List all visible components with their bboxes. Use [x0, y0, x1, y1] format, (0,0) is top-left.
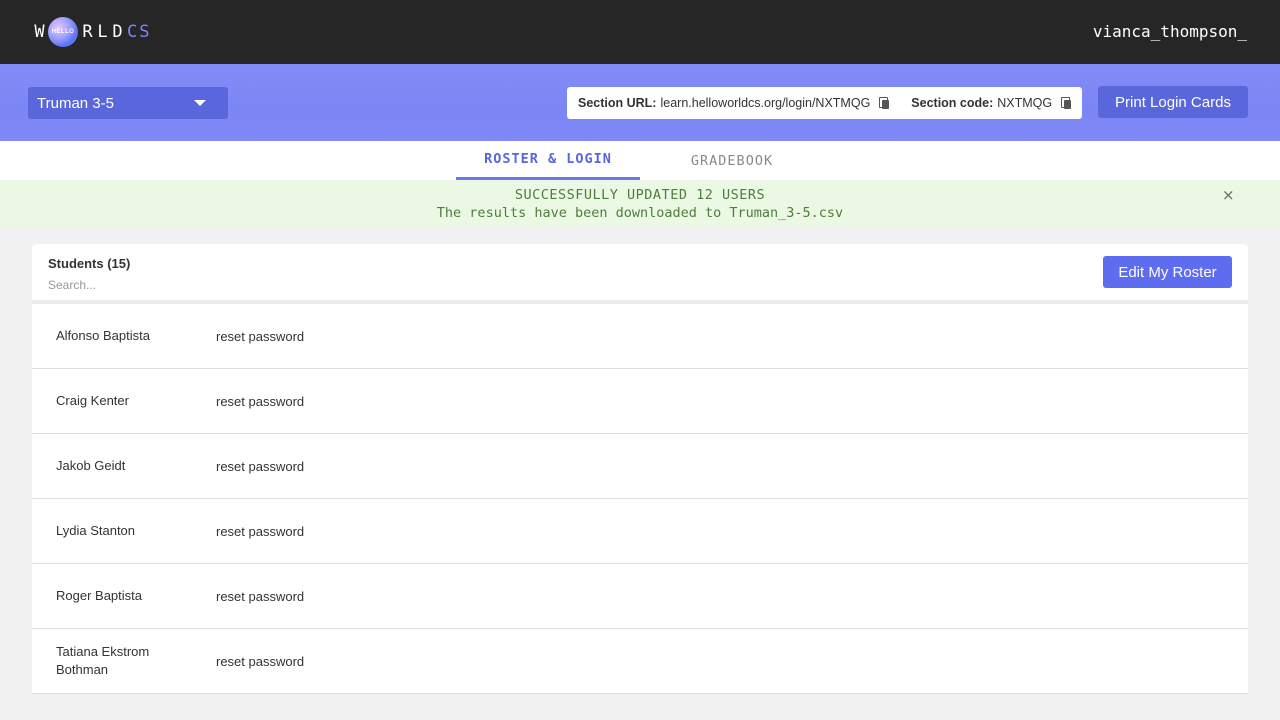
section-url-label: Section URL:: [578, 96, 657, 110]
roster-header: Students (15) Edit My Roster: [32, 244, 1248, 300]
copy-icon[interactable]: [1061, 97, 1072, 109]
banner-title: SUCCESSFULLY UPDATED 12 USERS: [514, 187, 766, 203]
banner-message: The results have been downloaded to Trum…: [436, 205, 844, 221]
students-count: Students (15): [48, 256, 131, 271]
reset-password-link[interactable]: reset password: [216, 499, 304, 563]
tab-gradebook[interactable]: GRADEBOOK: [662, 141, 802, 180]
reset-password-link[interactable]: reset password: [216, 304, 304, 368]
section-dropdown-value: Truman 3-5: [37, 94, 114, 112]
section-code-label: Section code:: [911, 96, 994, 110]
reset-password-link[interactable]: reset password: [216, 369, 304, 433]
student-name: Alfonso Baptista: [56, 328, 150, 343]
section-dropdown[interactable]: Truman 3-5: [28, 87, 228, 119]
logo-letter: D: [112, 22, 123, 42]
chevron-down-icon: [194, 100, 206, 106]
table-row: Craig Kenter reset password: [32, 369, 1248, 434]
logo-suffix: CS: [127, 22, 152, 42]
logo-letter: L: [97, 22, 108, 42]
tab-roster-login[interactable]: ROSTER & LOGIN: [456, 141, 640, 180]
logo-letter: R: [82, 22, 93, 42]
table-row: Roger Baptista reset password: [32, 564, 1248, 629]
success-banner: SUCCESSFULLY UPDATED 12 USERS The result…: [0, 180, 1280, 228]
table-row: Lydia Stanton reset password: [32, 499, 1248, 564]
top-bar: W HELLO R L D CS vianca_thompson_: [0, 0, 1280, 64]
table-row: Alfonso Baptista reset password: [32, 304, 1248, 369]
student-name: Roger Baptista: [56, 588, 142, 603]
student-name: Lydia Stanton: [56, 523, 136, 538]
student-name: Tatiana Ekstrom Bothman: [56, 644, 150, 677]
reset-password-link[interactable]: reset password: [216, 629, 304, 693]
close-icon[interactable]: ×: [1222, 186, 1235, 204]
section-url-value: learn.helloworldcs.org/login/NXTMQG: [660, 96, 871, 110]
reset-password-link[interactable]: reset password: [216, 564, 304, 628]
section-bar: Truman 3-5 Section URL: learn.helloworld…: [0, 64, 1280, 141]
table-row: Jakob Geidt reset password: [32, 434, 1248, 499]
student-list: Alfonso Baptista reset password Craig Ke…: [32, 304, 1248, 694]
student-name: Craig Kenter: [56, 393, 129, 408]
logo[interactable]: W HELLO R L D CS: [32, 16, 151, 48]
search-input[interactable]: [48, 276, 248, 294]
copy-icon[interactable]: [879, 97, 890, 109]
section-info: Section URL: learn.helloworldcs.org/logi…: [567, 87, 1082, 119]
table-row: Tatiana Ekstrom Bothman reset password: [32, 629, 1248, 694]
logo-letter: W: [34, 22, 45, 42]
print-login-cards-button[interactable]: Print Login Cards: [1098, 86, 1248, 118]
user-menu[interactable]: vianca_thompson_: [1093, 22, 1247, 41]
globe-icon: HELLO: [48, 17, 78, 47]
globe-label: HELLO: [51, 29, 75, 35]
edit-roster-button[interactable]: Edit My Roster: [1103, 256, 1232, 288]
reset-password-link[interactable]: reset password: [216, 434, 304, 498]
tab-bar: ROSTER & LOGIN GRADEBOOK: [0, 141, 1280, 180]
student-name: Jakob Geidt: [56, 458, 126, 473]
section-code-value: NXTMQG: [997, 96, 1053, 110]
